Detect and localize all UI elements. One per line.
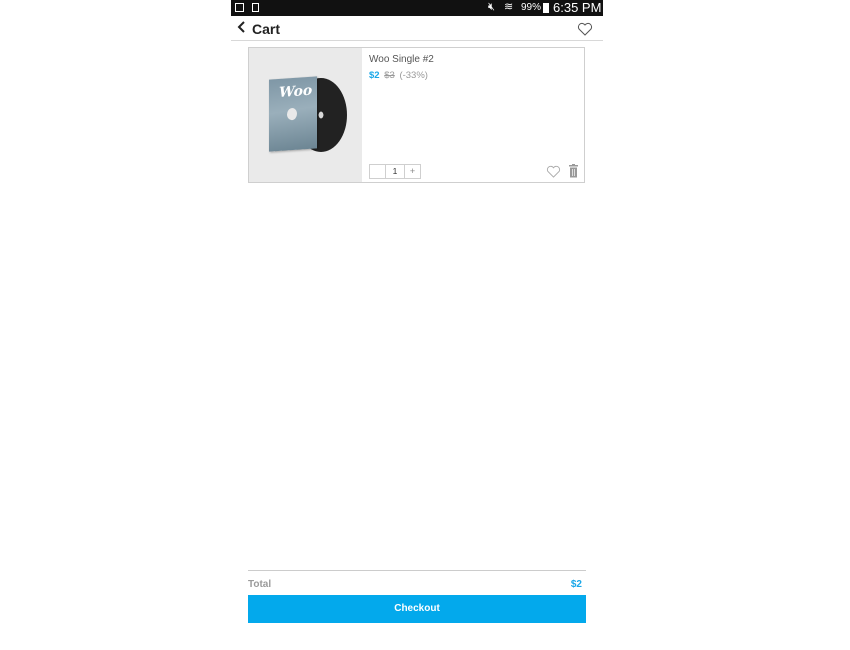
quantity-value[interactable]: 1: [385, 165, 405, 178]
price-current: $2: [369, 70, 380, 81]
wifi-icon: ≋: [504, 1, 514, 13]
decrease-quantity-button[interactable]: [370, 165, 385, 178]
trash-icon[interactable]: [568, 164, 579, 178]
sleeve-logo: Woo: [279, 82, 313, 101]
status-bar: 🔇︎ ≋ 99% 6:35 PM: [231, 0, 603, 16]
footer-divider: [248, 570, 586, 571]
wishlist-heart-icon[interactable]: [546, 165, 561, 178]
mute-icon: 🔇︎: [488, 1, 495, 13]
sim-icon: [252, 3, 259, 12]
total-value: $2: [570, 579, 582, 590]
gallery-icon: [235, 3, 244, 12]
increase-quantity-button[interactable]: +: [405, 165, 420, 178]
heart-icon[interactable]: [577, 22, 593, 36]
status-time: 6:35 PM: [553, 0, 602, 15]
sleeve-hole: [287, 107, 297, 121]
back-icon[interactable]: [235, 19, 249, 35]
product-name[interactable]: Woo Single #2: [369, 54, 434, 65]
page-title: Cart: [252, 21, 281, 37]
price-original: $3: [384, 70, 395, 81]
product-image[interactable]: Woo: [249, 48, 362, 182]
battery-icon: [543, 3, 549, 13]
quantity-stepper: 1 +: [369, 164, 421, 179]
checkout-button[interactable]: Checkout: [248, 595, 586, 623]
price-row: $2 $3 (-33%): [369, 70, 428, 81]
app-screen: 🔇︎ ≋ 99% 6:35 PM Cart Woo Woo Single #2 …: [231, 0, 603, 650]
battery-percent: 99%: [521, 2, 542, 13]
total-label: Total: [248, 579, 272, 590]
cart-item: Woo Woo Single #2 $2 $3 (-33%) 1 +: [248, 47, 585, 183]
app-header: Cart: [231, 16, 603, 41]
record-sleeve-graphic: Woo: [269, 76, 317, 152]
price-discount: (-33%): [399, 70, 428, 81]
